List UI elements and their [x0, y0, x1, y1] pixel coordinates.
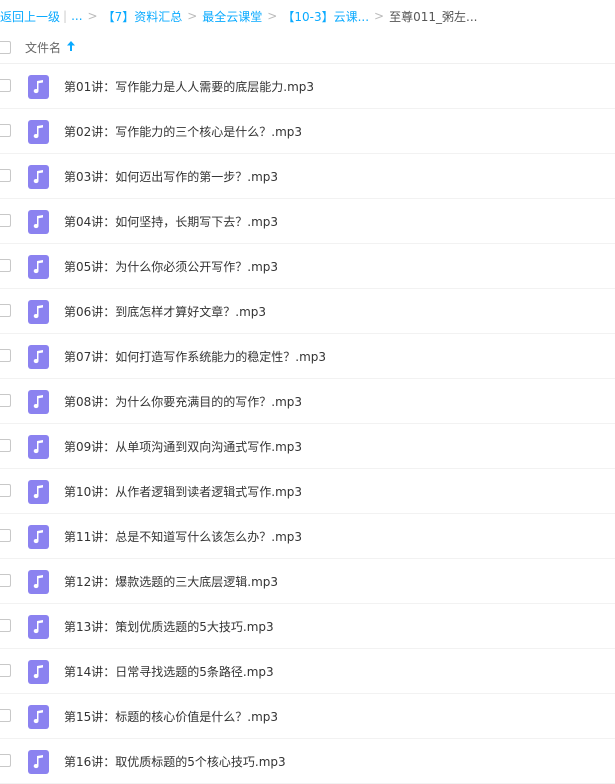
file-name[interactable]: 第09讲：从单项沟通到双向沟通式写作.mp3	[64, 438, 302, 455]
file-checkbox[interactable]	[0, 124, 11, 137]
file-row[interactable]: 第06讲：到底怎样才算好文章？.mp3	[0, 289, 615, 334]
music-file-icon	[28, 165, 49, 189]
breadcrumb-ellipsis[interactable]: ...	[71, 9, 82, 23]
file-row[interactable]: 第12讲：爆款选题的三大底层逻辑.mp3	[0, 559, 615, 604]
file-name[interactable]: 第12讲：爆款选题的三大底层逻辑.mp3	[64, 573, 278, 590]
file-checkbox[interactable]	[0, 349, 11, 362]
file-row[interactable]: 第11讲：总是不知道写什么该怎么办？.mp3	[0, 514, 615, 559]
file-checkbox[interactable]	[0, 169, 11, 182]
file-row[interactable]: 第14讲：日常寻找选题的5条路径.mp3	[0, 649, 615, 694]
music-file-icon	[28, 660, 49, 684]
file-name[interactable]: 第16讲：取优质标题的5个核心技巧.mp3	[64, 753, 286, 770]
column-header-filename[interactable]: 文件名	[25, 39, 76, 56]
file-list-header: 文件名	[0, 32, 615, 64]
file-name[interactable]: 第14讲：日常寻找选题的5条路径.mp3	[64, 663, 274, 680]
file-checkbox[interactable]	[0, 394, 11, 407]
music-file-icon	[28, 345, 49, 369]
back-link[interactable]: 返回上一级	[0, 8, 60, 25]
file-checkbox[interactable]	[0, 439, 11, 452]
music-file-icon	[28, 705, 49, 729]
file-name[interactable]: 第02讲：写作能力的三个核心是什么？.mp3	[64, 123, 302, 140]
file-row[interactable]: 第09讲：从单项沟通到双向沟通式写作.mp3	[0, 424, 615, 469]
music-file-icon	[28, 480, 49, 504]
breadcrumb: 返回上一级 | ... > 【7】资料汇总 > 最全云课堂 > 【10-3】云课…	[0, 0, 615, 32]
file-checkbox[interactable]	[0, 259, 11, 272]
file-name[interactable]: 第15讲：标题的核心价值是什么？.mp3	[64, 708, 278, 725]
file-checkbox[interactable]	[0, 619, 11, 632]
file-row[interactable]: 第07讲：如何打造写作系统能力的稳定性？.mp3	[0, 334, 615, 379]
file-row[interactable]: 第10讲：从作者逻辑到读者逻辑式写作.mp3	[0, 469, 615, 514]
file-checkbox[interactable]	[0, 664, 11, 677]
music-file-icon	[28, 390, 49, 414]
file-checkbox[interactable]	[0, 709, 11, 722]
column-header-label: 文件名	[25, 41, 62, 55]
music-file-icon	[28, 570, 49, 594]
file-checkbox[interactable]	[0, 754, 11, 767]
breadcrumb-item-ziliao[interactable]: 【7】资料汇总	[103, 8, 183, 25]
music-file-icon	[28, 255, 49, 279]
file-name[interactable]: 第08讲：为什么你要充满目的的写作？.mp3	[64, 393, 302, 410]
select-all-checkbox[interactable]	[0, 41, 11, 54]
file-name[interactable]: 第01讲：写作能力是人人需要的底层能力.mp3	[64, 78, 314, 95]
breadcrumb-separator: >	[374, 9, 385, 23]
file-checkbox[interactable]	[0, 79, 11, 92]
music-file-icon	[28, 435, 49, 459]
music-file-icon	[28, 525, 49, 549]
breadcrumb-divider: |	[63, 9, 68, 23]
breadcrumb-current: 至尊011_粥左...	[389, 9, 478, 24]
breadcrumb-item-yunketang[interactable]: 最全云课堂	[202, 8, 262, 25]
breadcrumb-separator: >	[87, 9, 98, 23]
file-name[interactable]: 第05讲：为什么你必须公开写作？.mp3	[64, 258, 278, 275]
file-row[interactable]: 第08讲：为什么你要充满目的的写作？.mp3	[0, 379, 615, 424]
file-checkbox[interactable]	[0, 529, 11, 542]
breadcrumb-separator: >	[187, 9, 198, 23]
file-row[interactable]: 第05讲：为什么你必须公开写作？.mp3	[0, 244, 615, 289]
file-name[interactable]: 第03讲：如何迈出写作的第一步？.mp3	[64, 168, 278, 185]
music-file-icon	[28, 300, 49, 324]
file-name[interactable]: 第07讲：如何打造写作系统能力的稳定性？.mp3	[64, 348, 326, 365]
file-checkbox[interactable]	[0, 214, 11, 227]
file-name[interactable]: 第10讲：从作者逻辑到读者逻辑式写作.mp3	[64, 483, 302, 500]
music-file-icon	[28, 615, 49, 639]
breadcrumb-separator: >	[267, 9, 278, 23]
file-row[interactable]: 第13讲：策划优质选题的5大技巧.mp3	[0, 604, 615, 649]
file-checkbox[interactable]	[0, 304, 11, 317]
music-file-icon	[28, 210, 49, 234]
music-file-icon	[28, 75, 49, 99]
file-checkbox[interactable]	[0, 574, 11, 587]
file-row[interactable]: 第04讲：如何坚持，长期写下去？.mp3	[0, 199, 615, 244]
breadcrumb-item-10-3[interactable]: 【10-3】云课...	[282, 8, 369, 25]
file-row[interactable]: 第16讲：取优质标题的5个核心技巧.mp3	[0, 739, 615, 784]
file-row[interactable]: 第15讲：标题的核心价值是什么？.mp3	[0, 694, 615, 739]
file-row[interactable]: 第01讲：写作能力是人人需要的底层能力.mp3	[0, 64, 615, 109]
arrow-up-icon	[67, 41, 76, 54]
music-file-icon	[28, 120, 49, 144]
file-checkbox[interactable]	[0, 484, 11, 497]
file-name[interactable]: 第06讲：到底怎样才算好文章？.mp3	[64, 303, 266, 320]
file-row[interactable]: 第03讲：如何迈出写作的第一步？.mp3	[0, 154, 615, 199]
music-file-icon	[28, 750, 49, 774]
file-name[interactable]: 第04讲：如何坚持，长期写下去？.mp3	[64, 213, 278, 230]
file-name[interactable]: 第11讲：总是不知道写什么该怎么办？.mp3	[64, 528, 302, 545]
file-name[interactable]: 第13讲：策划优质选题的5大技巧.mp3	[64, 618, 274, 635]
file-list: 第01讲：写作能力是人人需要的底层能力.mp3 第02讲：写作能力的三个核心是什么…	[0, 64, 615, 784]
file-row[interactable]: 第02讲：写作能力的三个核心是什么？.mp3	[0, 109, 615, 154]
